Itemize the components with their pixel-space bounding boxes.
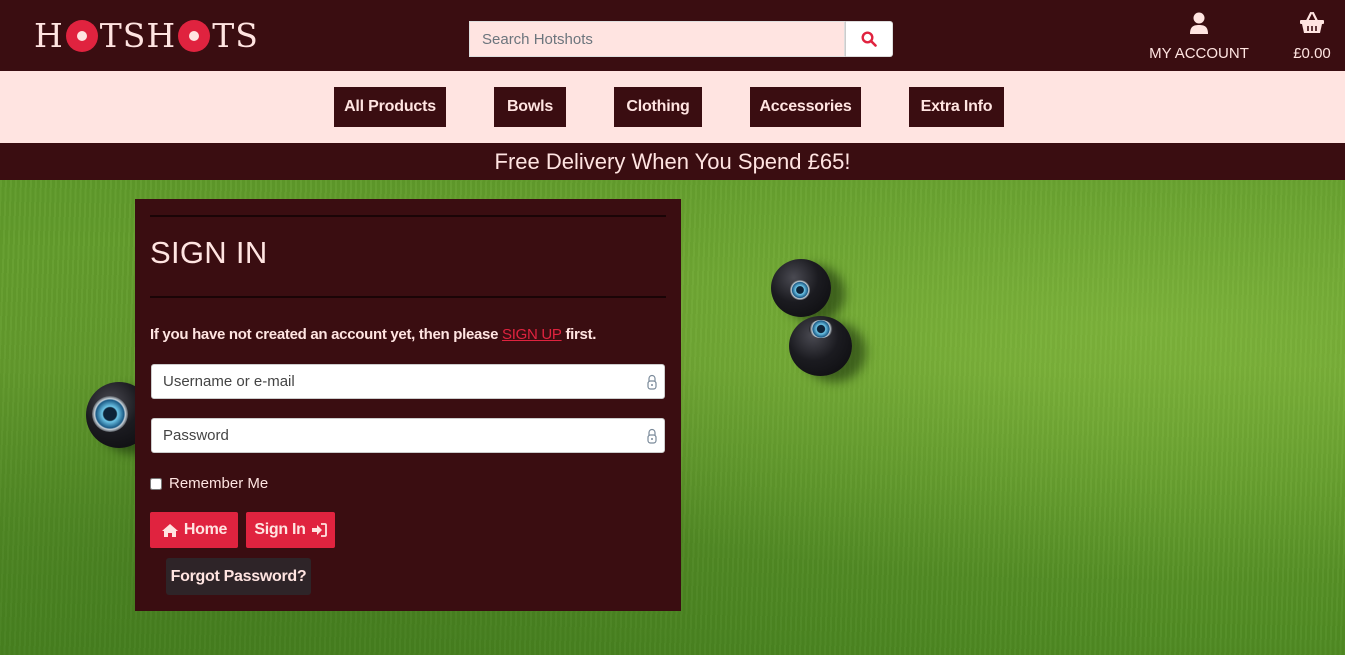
sign-in-button-label: Sign In — [254, 521, 306, 538]
logo-text-part-2: TSH — [99, 15, 177, 55]
search-input[interactable] — [469, 21, 845, 57]
free-delivery-banner: Free Delivery When You Spend £65! — [0, 143, 1345, 180]
remember-me-label: Remember Me — [169, 475, 269, 492]
password-field[interactable] — [152, 419, 640, 452]
basket-link[interactable]: £0.00 — [1283, 11, 1341, 62]
search-button[interactable] — [845, 21, 893, 57]
divider — [150, 215, 666, 217]
logo-bowl-icon — [178, 20, 211, 52]
sign-up-prompt-text: If you have not created an account yet, … — [150, 326, 503, 343]
top-header: H TSH TS MY ACCOUNT £0.00 — [0, 0, 1345, 71]
forgot-password-button[interactable]: Forgot Password? — [166, 558, 311, 595]
nav-all-products[interactable]: All Products — [334, 87, 446, 127]
user-icon — [1190, 12, 1208, 34]
password-field-wrapper — [151, 418, 665, 453]
nav-accessories[interactable]: Accessories — [750, 87, 861, 127]
sign-in-icon — [311, 523, 327, 537]
home-button-label: Home — [183, 521, 228, 538]
sign-in-button[interactable]: Sign In — [246, 512, 335, 548]
home-icon — [161, 523, 178, 537]
nav-clothing[interactable]: Clothing — [614, 87, 702, 127]
home-button[interactable]: Home — [150, 512, 238, 548]
logo-text-part-1: H — [34, 15, 64, 55]
remember-me[interactable]: Remember Me — [150, 475, 268, 492]
basket-icon — [1300, 11, 1324, 33]
lock-icon — [640, 374, 664, 390]
search-icon — [861, 31, 877, 47]
bowls-ball-image — [771, 259, 831, 317]
remember-me-checkbox[interactable] — [150, 477, 162, 490]
basket-total: £0.00 — [1293, 45, 1331, 62]
my-account-label: MY ACCOUNT — [1149, 45, 1249, 62]
sign-up-link[interactable]: SIGN UP — [502, 326, 562, 343]
nav-bowls[interactable]: Bowls — [494, 87, 566, 127]
sign-in-panel: SIGN IN If you have not created an accou… — [135, 199, 681, 611]
my-account-link[interactable]: MY ACCOUNT — [1140, 12, 1258, 62]
sign-up-prompt: If you have not created an account yet, … — [150, 326, 596, 343]
bowls-ball-image — [789, 316, 852, 376]
free-delivery-text: Free Delivery When You Spend £65! — [494, 148, 851, 174]
logo-bowl-icon — [65, 20, 98, 52]
search-bar — [469, 21, 893, 57]
nav-extra-info[interactable]: Extra Info — [909, 87, 1004, 127]
divider — [150, 296, 666, 298]
lock-icon — [640, 428, 664, 444]
hotshots-logo[interactable]: H TSH TS — [34, 15, 259, 55]
username-field[interactable] — [152, 365, 640, 398]
main-nav: All Products Bowls Clothing Accessories … — [0, 71, 1345, 143]
sign-up-prompt-suffix: first. — [561, 326, 597, 343]
username-field-wrapper — [151, 364, 665, 399]
page-title: SIGN IN — [150, 235, 268, 270]
logo-text-part-3: TS — [212, 15, 259, 55]
